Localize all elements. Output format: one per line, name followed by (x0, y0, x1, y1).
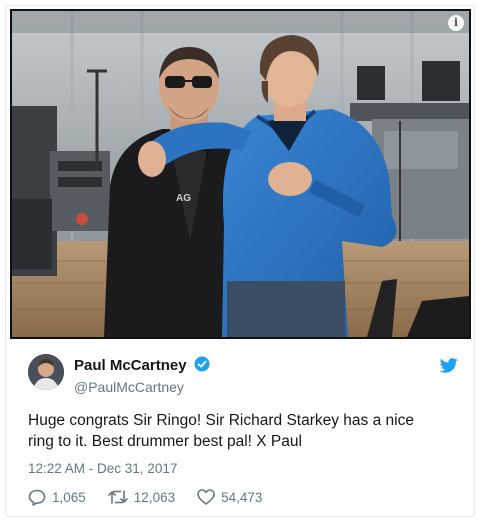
avatar[interactable] (28, 354, 64, 390)
photo-illustration: AG (12, 11, 469, 337)
tweet-text: Huge congrats Sir Ringo! Sir Richard Sta… (28, 410, 458, 452)
tweet-text-line: ring to it. Best drummer best pal! X Pau… (28, 433, 302, 450)
retweet-button[interactable]: 12,063 (107, 489, 176, 505)
display-name[interactable]: Paul McCartney (74, 357, 187, 374)
avatar-image (28, 354, 64, 390)
tweet-header: Paul McCartney @PaulMcCartney (28, 354, 458, 395)
shirt-text: AG (176, 193, 191, 204)
info-icon[interactable]: i (448, 15, 464, 31)
reply-icon (28, 489, 46, 506)
tweet-photo[interactable]: AG i (10, 9, 471, 339)
twitter-bird-icon[interactable] (439, 358, 458, 378)
tweet-text-line: Huge congrats Sir Ringo! Sir Richard Sta… (28, 412, 414, 429)
tweet-card: AG i Paul McCartney @PaulMcCartney Huge … (5, 5, 475, 517)
tweet-actions: 1,065 12,063 54,473 (28, 487, 284, 507)
user-handle[interactable]: @PaulMcCartney (74, 379, 210, 395)
retweet-icon (107, 490, 128, 504)
like-icon (197, 489, 215, 505)
reply-count: 1,065 (52, 489, 86, 505)
retweet-count: 12,063 (133, 489, 176, 505)
like-button[interactable]: 54,473 (197, 489, 262, 505)
timestamp[interactable]: 12:22 AM - Dec 31, 2017 (28, 461, 177, 476)
verified-icon (194, 356, 210, 377)
like-count: 54,473 (221, 489, 263, 505)
reply-button[interactable]: 1,065 (28, 489, 86, 506)
